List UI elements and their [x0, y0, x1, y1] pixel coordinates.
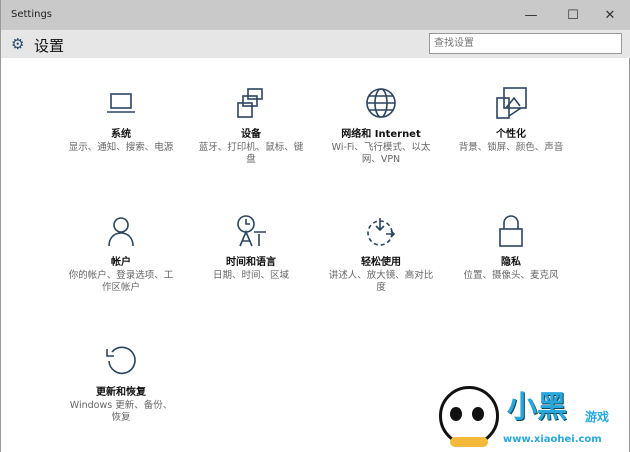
- watermark-url: www.xiaohei.com: [503, 434, 602, 445]
- watermark-logo: 小黑 游戏 www.xiaohei.com: [437, 380, 627, 450]
- globe-icon: [366, 88, 396, 118]
- maximize-button[interactable]: ☐: [558, 4, 588, 26]
- watermark-text: 小黑: [507, 390, 567, 425]
- personalization-icon: [496, 87, 527, 119]
- tile-title: 时间和语言: [226, 257, 276, 268]
- tile-title: 网络和 Internet: [341, 129, 421, 140]
- search-input[interactable]: [429, 33, 622, 54]
- settings-tile[interactable]: 帐户你的帐户、登录选项、工作区帐户: [66, 214, 176, 294]
- settings-tile[interactable]: 个性化背景、锁屏、颜色、声音: [456, 86, 566, 154]
- settings-tile[interactable]: 网络和 Internet Wi-Fi、飞行模式、以太网、VPN: [326, 86, 436, 166]
- time-language-icon: [237, 215, 267, 247]
- lock-icon: [499, 215, 523, 247]
- tile-title: 更新和恢复: [96, 387, 146, 398]
- tile-description: 日期、时间、区域: [212, 270, 289, 281]
- panda-mascot: [439, 386, 499, 447]
- tile-title: 帐户: [111, 257, 131, 268]
- tile-description: 背景、锁屏、颜色、声音: [458, 142, 564, 153]
- settings-tile[interactable]: 系统显示、通知、搜索、电源: [66, 86, 176, 154]
- settings-tile[interactable]: 隐私位置、摄像头、麦克风: [456, 214, 566, 282]
- settings-tile[interactable]: 更新和恢复 Windows 更新、备份、恢复: [66, 344, 176, 424]
- tile-title: 隐私: [501, 257, 521, 268]
- page-title: 设置: [34, 37, 65, 55]
- tile-title: 系统: [111, 129, 131, 140]
- laptop-icon: [106, 93, 136, 113]
- tile-title: 设备: [241, 129, 261, 140]
- refresh-icon: [106, 346, 136, 375]
- minimize-button[interactable]: —: [516, 4, 546, 26]
- settings-tile[interactable]: 轻松使用讲述人、放大镜、高对比度: [326, 214, 436, 294]
- tile-description: 讲述人、放大镜、高对比度: [328, 270, 434, 293]
- tile-title: 个性化: [496, 129, 526, 140]
- tile-description: 你的帐户、登录选项、工作区帐户: [68, 270, 174, 293]
- settings-header: ⚙ 设置: [1, 30, 630, 58]
- tile-description: Wi-Fi、飞行模式、以太网、VPN: [331, 142, 431, 165]
- ease-of-access-icon: [367, 218, 396, 246]
- settings-tile[interactable]: 时间和语言日期、时间、区域: [196, 214, 306, 282]
- tile-description: 蓝牙、打印机、鼠标、键盘: [198, 142, 304, 165]
- tile-description: 位置、摄像头、麦克风: [463, 270, 559, 281]
- window-title: Settings: [11, 9, 53, 20]
- gear-icon: ⚙: [11, 35, 25, 53]
- title-bar: Settings — ☐ ✕: [1, 0, 630, 30]
- tile-description: 显示、通知、搜索、电源: [68, 142, 174, 153]
- tile-description: Windows 更新、备份、恢复: [69, 400, 173, 423]
- devices-icon: [237, 88, 263, 118]
- tile-title: 轻松使用: [361, 257, 401, 268]
- watermark-sub: 游戏: [585, 410, 610, 424]
- person-icon: [108, 217, 134, 247]
- close-button[interactable]: ✕: [595, 4, 625, 26]
- settings-tile[interactable]: 设备蓝牙、打印机、鼠标、键盘: [196, 86, 306, 166]
